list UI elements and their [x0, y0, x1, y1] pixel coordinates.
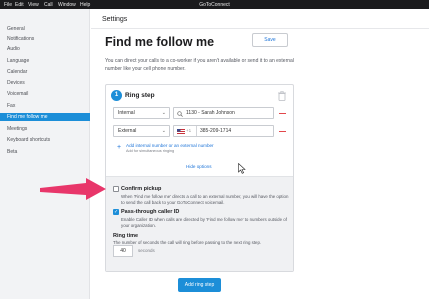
settings-title: Settings — [102, 16, 128, 23]
trash-icon[interactable] — [278, 91, 286, 101]
step-number-badge: 1 — [111, 90, 122, 101]
sidebar-item-voicemail[interactable]: Voicemail — [0, 90, 90, 98]
sidebar-item-find-me-follow-me[interactable]: Find me follow me — [0, 113, 90, 121]
add-number-link[interactable]: Add internal number or an external numbe… — [126, 143, 214, 148]
country-code-text: +1 — [186, 128, 192, 133]
field-divider — [196, 126, 197, 136]
ring-step-title: Ring step — [125, 92, 155, 99]
app-title: GoToConnect — [199, 1, 230, 8]
sidebar-item-language[interactable]: Language — [0, 57, 90, 65]
pass-through-caller-id-description: Enable Caller ID when calls are directed… — [121, 217, 287, 228]
hide-options-link[interactable]: Hide options — [186, 164, 212, 169]
us-flag-icon — [177, 129, 185, 134]
pass-through-caller-id-label: Pass-through caller ID — [121, 209, 180, 215]
ring-step-section: 1 Ring step Internal ⌄ 1130 - Sarah John… — [106, 85, 293, 176]
ring-step-card: 1 Ring step Internal ⌄ 1130 - Sarah John… — [105, 84, 294, 272]
sidebar-item-general[interactable]: General — [0, 25, 90, 33]
ring-type-select-internal[interactable]: Internal ⌄ — [113, 107, 170, 119]
settings-header: Settings — [91, 9, 429, 29]
ring-type-select-external[interactable]: External ⌄ — [113, 125, 170, 137]
external-number-field[interactable]: +1 385-209-1714 — [173, 125, 274, 137]
add-number-subtext: Add for simultaneous ringing — [126, 149, 175, 153]
annotation-arrow-icon — [40, 178, 106, 200]
sidebar-item-meetings[interactable]: Meetings — [0, 125, 90, 133]
sidebar-item-fax[interactable]: Fax — [0, 102, 90, 110]
menu-bar: File Edit View Call Window Help GoToConn… — [0, 0, 429, 9]
internal-number-field[interactable]: 1130 - Sarah Johnson — [173, 107, 274, 119]
ring-time-label: Ring time — [113, 233, 139, 239]
pass-through-caller-id-checkbox[interactable]: ✓ — [113, 209, 119, 215]
ring-time-input[interactable]: 40 — [113, 245, 133, 257]
remove-row-icon[interactable] — [279, 131, 286, 133]
sidebar-item-devices[interactable]: Devices — [0, 79, 90, 87]
settings-sidebar: General Notifications Audio Language Cal… — [0, 9, 90, 299]
confirm-pickup-description: When 'Find me follow me' directs a call … — [121, 194, 289, 205]
confirm-pickup-label: Confirm pickup — [121, 186, 162, 192]
sidebar-item-audio[interactable]: Audio — [0, 45, 90, 53]
confirm-pickup-checkbox[interactable] — [113, 186, 119, 192]
sidebar-item-notifications[interactable]: Notifications — [0, 35, 90, 43]
mouse-cursor-icon — [238, 163, 246, 174]
internal-number-value: 1130 - Sarah Johnson — [186, 110, 235, 116]
page-description: You can direct your calls to a co-worker… — [105, 58, 294, 72]
remove-row-icon[interactable] — [279, 113, 286, 115]
ring-time-unit: seconds — [138, 248, 155, 253]
ring-type-value: External — [118, 128, 137, 134]
sidebar-item-beta[interactable]: Beta — [0, 148, 90, 156]
sidebar-item-calendar[interactable]: Calendar — [0, 68, 90, 76]
page-title: Find me follow me — [105, 35, 215, 49]
save-button[interactable]: Save — [252, 33, 288, 47]
plus-icon[interactable]: + — [117, 144, 121, 151]
chevron-down-icon: ⌄ — [161, 128, 166, 134]
external-number-value: 385-209-1714 — [200, 128, 232, 134]
ring-time-description: The number of seconds the call will ring… — [113, 240, 262, 245]
ring-step-options: Confirm pickup When 'Find me follow me' … — [106, 176, 293, 271]
sidebar-item-keyboard-shortcuts[interactable]: Keyboard shortcuts — [0, 136, 90, 144]
search-icon — [177, 110, 183, 117]
add-ring-step-button[interactable]: Add ring step — [178, 278, 221, 292]
chevron-down-icon: ⌄ — [161, 110, 166, 116]
ring-type-value: Internal — [118, 110, 135, 116]
